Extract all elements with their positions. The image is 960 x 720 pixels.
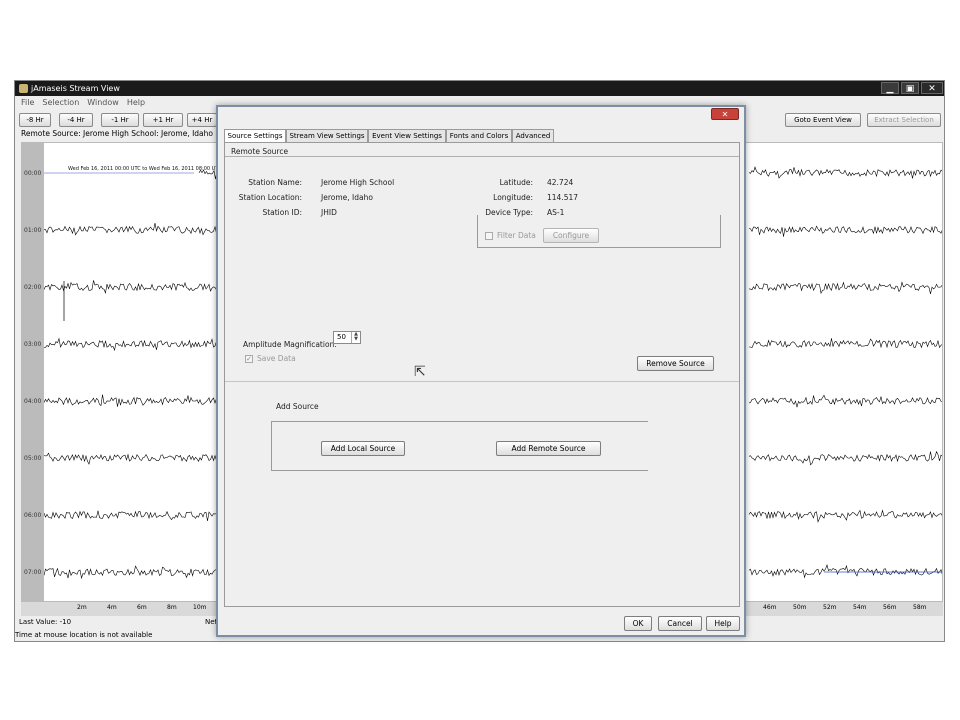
ok-button[interactable]: OK [624, 616, 652, 631]
hour-label: 06:00 [24, 512, 42, 519]
hour-label: 07:00 [24, 569, 42, 576]
tick-label: 46m [763, 604, 777, 611]
close-icon[interactable]: ✕ [711, 108, 739, 120]
tick-label: 2m [77, 604, 87, 611]
add-source-title: Add Source [276, 402, 319, 411]
seismic-trace [748, 281, 942, 294]
minus-8hr-button[interactable]: -8 Hr [19, 113, 51, 127]
hour-label-strip [22, 143, 44, 601]
minus-1hr-button[interactable]: -1 Hr [101, 113, 139, 127]
latitude-value: 42.724 [547, 178, 574, 187]
menu-window[interactable]: Window [87, 98, 119, 107]
seismic-trace [44, 223, 225, 236]
seismic-trace [748, 509, 942, 523]
app-icon [19, 84, 28, 93]
spinner-arrows-icon[interactable]: ▲ ▼ [351, 332, 360, 343]
seismic-trace [44, 394, 225, 407]
extract-selection-button[interactable]: Extract Selection [867, 113, 941, 127]
longitude-value: 114.517 [547, 193, 579, 202]
menu-selection[interactable]: Selection [42, 98, 79, 107]
seismic-trace [748, 225, 942, 237]
plus-4hr-button[interactable]: +4 Hr [187, 113, 217, 127]
tick-label: 8m [167, 604, 177, 611]
seismic-trace [44, 452, 225, 465]
close-window-icon[interactable]: ✕ [921, 82, 943, 94]
remote-source-label: Remote Source: Jerome High School: Jerom… [21, 129, 227, 138]
latitude-label: Latitude: [499, 178, 533, 187]
save-data-checkbox[interactable]: ✓ [245, 355, 253, 363]
goto-event-view-button[interactable]: Goto Event View [785, 113, 861, 127]
divider [225, 381, 739, 382]
hour-label: 01:00 [24, 227, 42, 234]
seismic-trace [748, 166, 942, 179]
tab-event-view-settings[interactable]: Event View Settings [368, 129, 446, 143]
seismic-trace [44, 565, 225, 580]
seismic-trace [749, 338, 942, 349]
filter-data-label: Filter Data [497, 231, 536, 240]
remote-source-title: Remote Source [231, 147, 289, 156]
title-bar: jAmaseis Stream View ▁ ▣ ✕ [15, 81, 944, 96]
hour-label: 05:00 [24, 455, 42, 462]
tick-label: 52m [823, 604, 837, 611]
tick-label: 6m [137, 604, 147, 611]
station-name-label: Station Name: [248, 178, 302, 187]
station-id-label: Station ID: [262, 208, 302, 217]
tick-label: 58m [913, 604, 927, 611]
seismic-trace [44, 510, 225, 522]
hour-label: 00:00 [24, 170, 42, 177]
add-local-source-button[interactable]: Add Local Source [321, 441, 405, 456]
menu-file[interactable]: File [21, 98, 34, 107]
help-button[interactable]: Help [706, 616, 740, 631]
station-name-value: Jerome High School [321, 178, 395, 187]
tick-label: 10m [193, 604, 207, 611]
tick-label: 50m [793, 604, 807, 611]
tab-advanced[interactable]: Advanced [512, 129, 554, 143]
configure-button[interactable]: Configure [543, 228, 599, 243]
last-value-label: Last Value: -10 [19, 618, 72, 626]
tick-label: 4m [107, 604, 117, 611]
mouse-status: Time at mouse location is not available [15, 631, 153, 639]
hour-label: 04:00 [24, 398, 42, 405]
minimize-icon[interactable]: ▁ [881, 82, 899, 94]
seismic-trace [44, 337, 225, 352]
seismic-trace [44, 280, 225, 294]
save-data-label: Save Data [257, 354, 296, 363]
settings-dialog: ✕ Source Settings Stream View Settings E… [216, 105, 746, 637]
add-remote-source-button[interactable]: Add Remote Source [496, 441, 601, 456]
window-title: jAmaseis Stream View [31, 84, 120, 93]
source-settings-panel: Remote Source Station Name: Jerome High … [224, 142, 740, 607]
hour-label: 02:00 [24, 284, 42, 291]
filter-data-checkbox[interactable] [485, 232, 493, 240]
mouse-cursor-icon: ⇱ [414, 364, 426, 380]
tab-source-settings[interactable]: Source Settings [224, 129, 286, 143]
amplitude-value: 50 [337, 333, 346, 341]
seismic-trace [748, 564, 942, 579]
tab-stream-view-settings[interactable]: Stream View Settings [286, 129, 368, 143]
amplitude-spinner[interactable]: 50 ▲ ▼ [333, 331, 361, 344]
tab-fonts-and-colors[interactable]: Fonts and Colors [446, 129, 512, 143]
cancel-button[interactable]: Cancel [658, 616, 702, 631]
remove-source-button[interactable]: Remove Source [637, 356, 714, 371]
maximize-icon[interactable]: ▣ [901, 82, 919, 94]
station-location-value: Jerome, Idaho [321, 193, 373, 202]
amplitude-magnification-label: Amplitude Magnification: [243, 340, 337, 349]
divider [225, 156, 739, 157]
tick-label: 54m [853, 604, 867, 611]
seismic-trace [748, 394, 942, 408]
station-location-label: Station Location: [238, 193, 302, 202]
tick-label: 56m [883, 604, 897, 611]
minus-4hr-button[interactable]: -4 Hr [59, 113, 93, 127]
seismic-trace [748, 450, 942, 466]
hour-label: 03:00 [24, 341, 42, 348]
plus-1hr-button[interactable]: +1 Hr [143, 113, 183, 127]
station-id-value: JHID [321, 208, 337, 217]
menu-help[interactable]: Help [127, 98, 145, 107]
longitude-label: Longitude: [493, 193, 533, 202]
